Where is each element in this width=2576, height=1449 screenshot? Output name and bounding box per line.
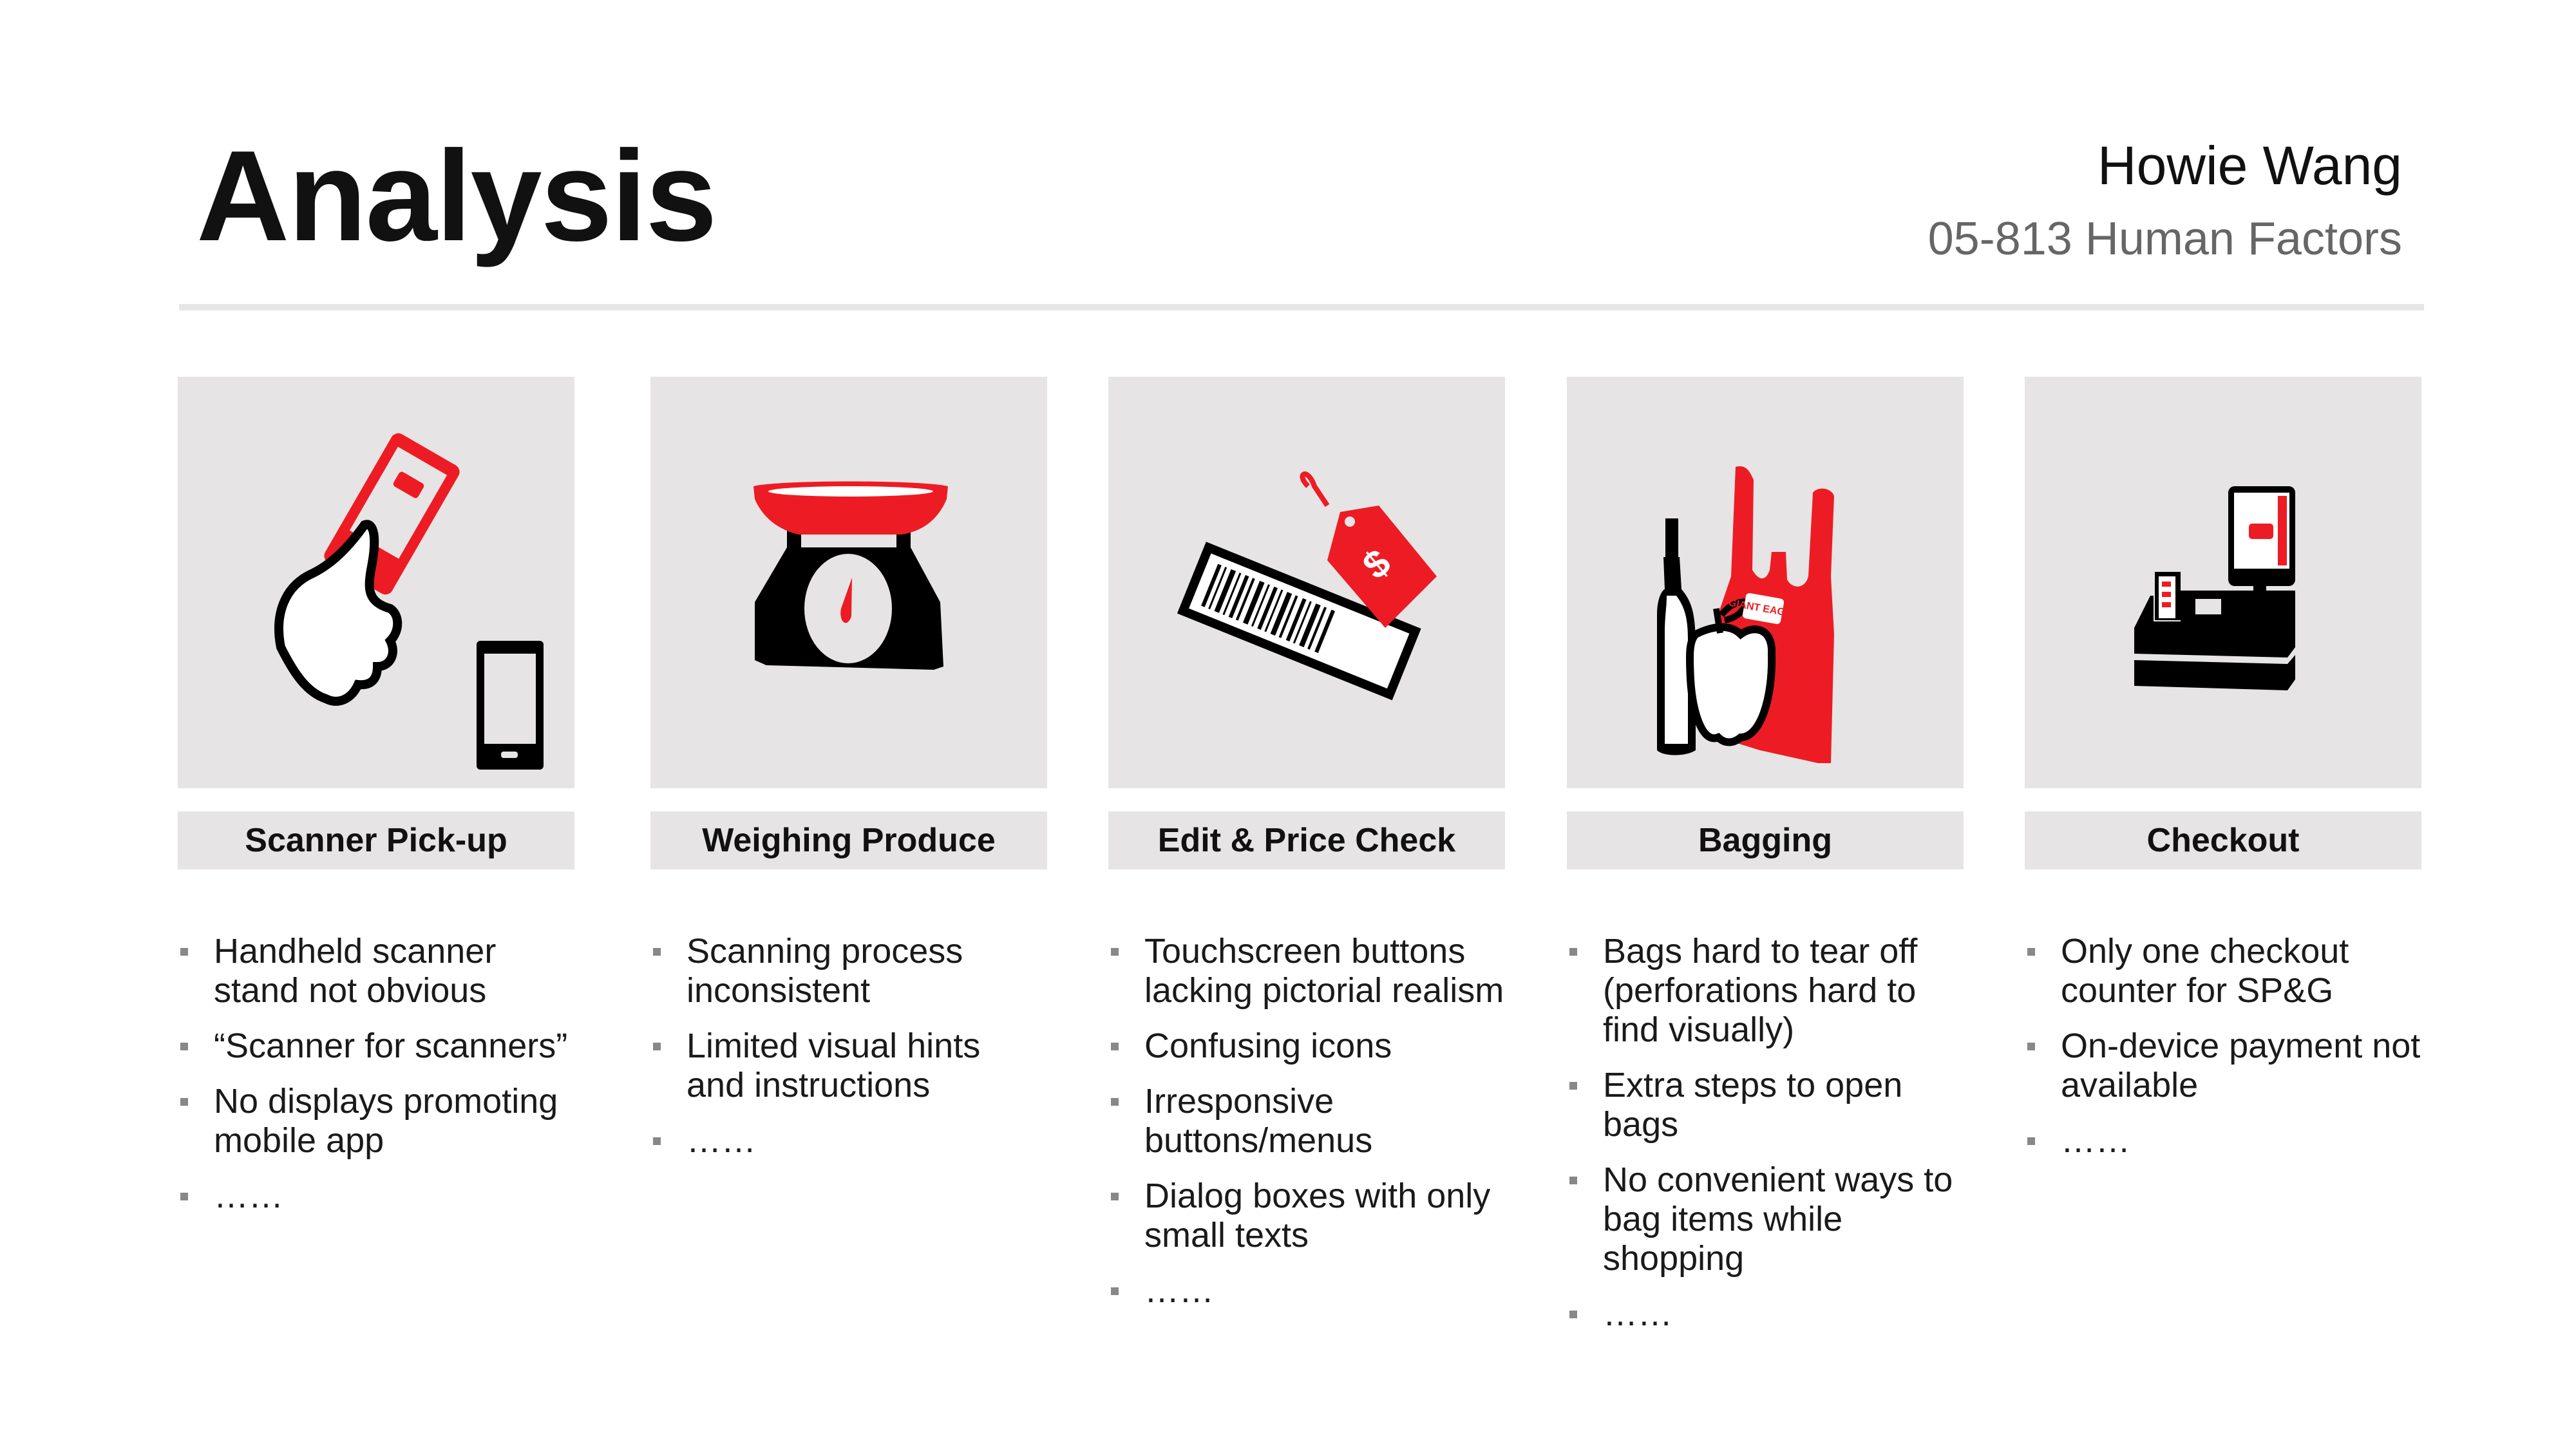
author-name: Howie Wang (2097, 135, 2402, 196)
column-label: Checkout (2025, 811, 2421, 869)
list-item: On-device payment not available (2025, 1027, 2421, 1105)
column-label: Scanner Pick-up (178, 811, 574, 869)
column-checkout: Checkout Only one checkout counter for S… (2025, 377, 2421, 1177)
list-item: Extra steps to open bags (1567, 1066, 1964, 1144)
list-item: …… (1108, 1271, 1505, 1311)
course-name: 05-813 Human Factors (1927, 213, 2402, 265)
list-item: Dialog boxes with only small texts (1108, 1177, 1505, 1255)
issue-list: Touchscreen buttons lacking pictorial re… (1108, 932, 1505, 1311)
issue-list: Only one checkout counter for SP&G On-de… (2025, 932, 2421, 1160)
issue-list: Scanning process inconsistent Limited vi… (650, 932, 1047, 1160)
column-scanner-pickup: Scanner Pick-up Handheld scanner stand n… (178, 377, 574, 1232)
list-item: …… (1567, 1294, 1964, 1334)
column-label: Weighing Produce (650, 811, 1047, 869)
column-edit-price-check: $ Edit & Price Check Touchscreen buttons… (1108, 377, 1505, 1327)
header-divider (179, 304, 2424, 310)
card-image (178, 377, 574, 788)
list-item: …… (2025, 1121, 2421, 1160)
list-item: Touchscreen buttons lacking pictorial re… (1108, 932, 1505, 1010)
list-item: Handheld scanner stand not obvious (178, 932, 574, 1010)
list-item: No displays promoting mobile app (178, 1082, 574, 1160)
list-item: Only one checkout counter for SP&G (2025, 932, 2421, 1010)
list-item: Scanning process inconsistent (650, 932, 1047, 1010)
card-image: $ (1108, 377, 1505, 788)
list-item: Confusing icons (1108, 1027, 1505, 1066)
list-item: …… (178, 1177, 574, 1216)
hand-scanner-phone-icon (274, 433, 544, 770)
column-label: Bagging (1567, 811, 1964, 869)
list-item: Limited visual hints and instructions (650, 1027, 1047, 1105)
list-item: …… (650, 1121, 1047, 1160)
card-image: GIANT EAGLE (1567, 377, 1964, 788)
list-item: No convenient ways to bag items while sh… (1567, 1160, 1964, 1278)
issue-list: Handheld scanner stand not obvious “Scan… (178, 932, 574, 1216)
column-label: Edit & Price Check (1108, 811, 1505, 869)
list-item: “Scanner for scanners” (178, 1027, 574, 1066)
column-weighing-produce: Weighing Produce Scanning process incons… (650, 377, 1047, 1177)
scale-icon (753, 481, 948, 670)
page-title: Analysis (196, 124, 717, 268)
column-bagging: GIANT EAGLE Bagging Bags hard to tear of… (1567, 377, 1964, 1350)
checkout-register-icon (2134, 486, 2295, 690)
card-image (2025, 377, 2421, 788)
issue-list: Bags hard to tear off (perforations hard… (1567, 932, 1964, 1334)
card-image (650, 377, 1047, 788)
barcode-price-tag-icon: $ (1177, 471, 1437, 701)
list-item: Irresponsive buttons/menus (1108, 1082, 1505, 1160)
bag-bottle-apple-icon: GIANT EAGLE (1657, 466, 1834, 763)
list-item: Bags hard to tear off (perforations hard… (1567, 932, 1964, 1050)
